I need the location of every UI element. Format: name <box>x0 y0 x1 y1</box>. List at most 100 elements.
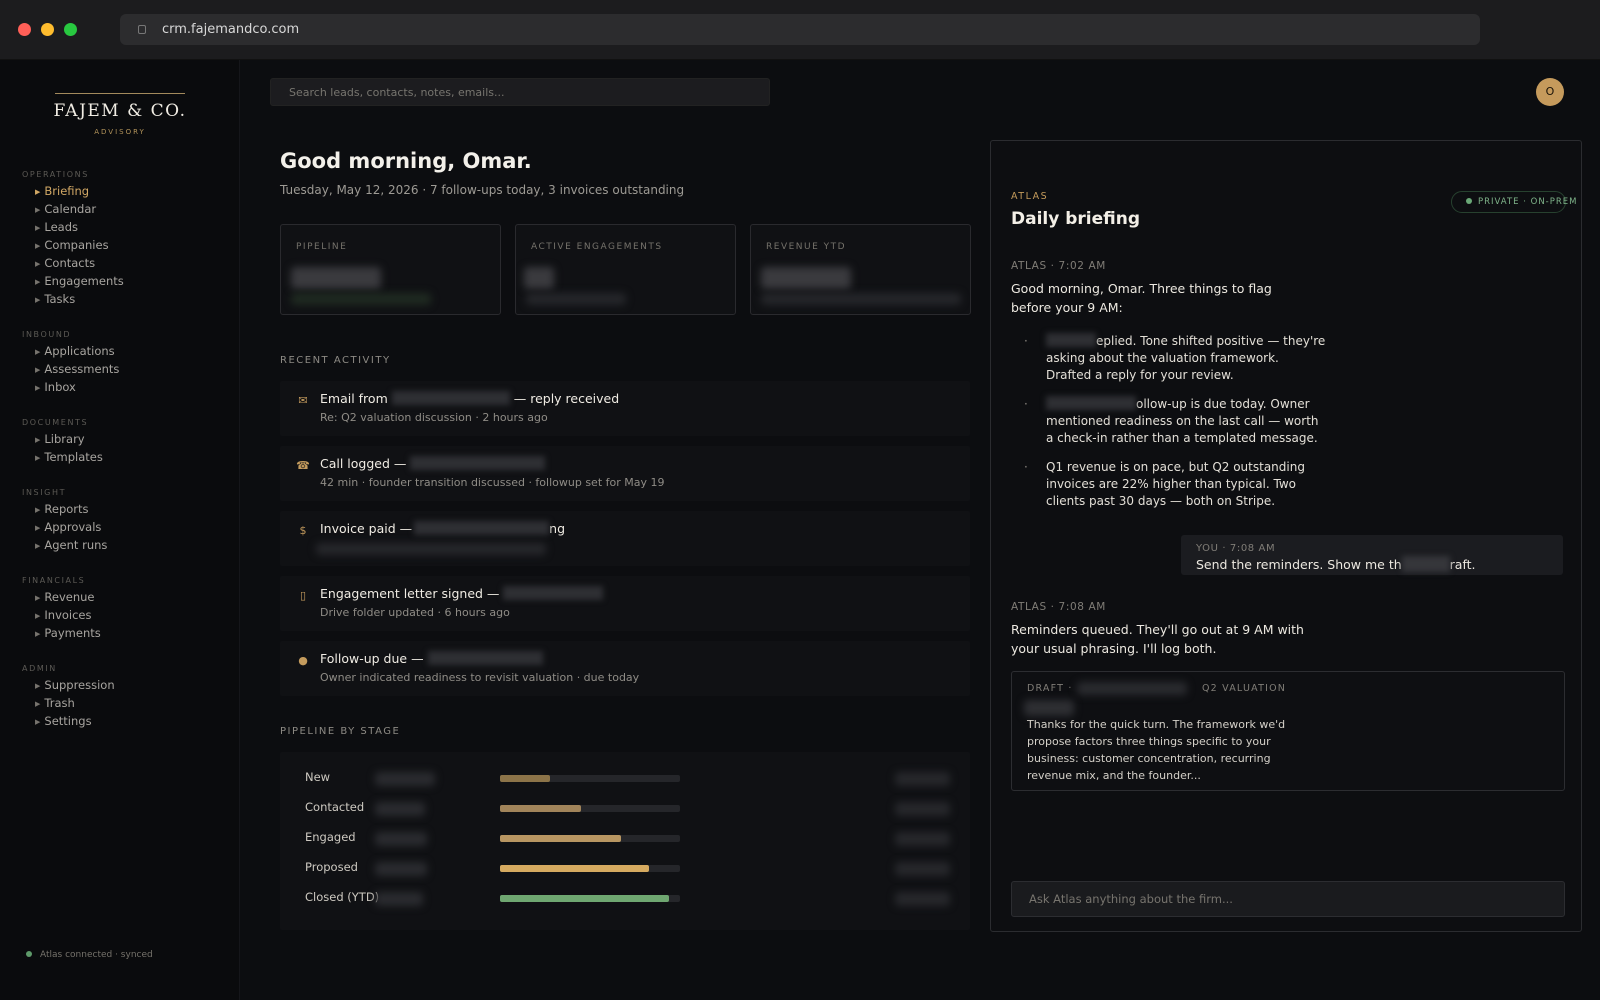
sidebar-item-reports[interactable]: ▶ Reports <box>35 502 89 516</box>
pipeline-bar-track <box>500 835 680 842</box>
briefing-bullet: · ollow-up is due today. Owner mentioned … <box>1024 396 1319 445</box>
status-dot-icon <box>1466 198 1472 204</box>
redacted-recipient <box>1077 682 1187 695</box>
kpi-label: ACTIVE ENGAGEMENTS <box>531 242 663 252</box>
document-icon: ▯ <box>299 589 307 602</box>
circle-icon: ● <box>298 654 308 667</box>
draft-preview[interactable]: DRAFT · Q2 VALUATION Thanks for the quic… <box>1011 671 1565 791</box>
redacted-name <box>1401 556 1450 572</box>
briefing-bullet: · eplied. Tone shifted positive — they're… <box>1024 333 1326 382</box>
sidebar-item-agent-runs[interactable]: ▶ Agent runs <box>35 538 107 552</box>
pipeline-stage-label: New <box>305 770 331 784</box>
atlas-message: Reminders queued. They'll go out at 9 AM… <box>1011 622 1304 656</box>
activity-subtitle: Re: Q2 valuation discussion · 2 hours ag… <box>320 411 548 424</box>
brand-logo[interactable]: FAJEM & CO. <box>0 101 240 121</box>
close-window-button[interactable] <box>18 23 31 36</box>
sidebar-item-templates[interactable]: ▶ Templates <box>35 450 103 464</box>
activity-subtitle: 42 min · founder transition discussed · … <box>320 476 665 489</box>
sidebar-item-companies[interactable]: ▶ Companies <box>35 238 109 252</box>
atlas-message: Good morning, Omar. Three things to flag… <box>1011 281 1272 315</box>
sidebar-item-suppression[interactable]: ▶ Suppression <box>35 678 115 692</box>
caret-icon: ▶ <box>35 242 41 250</box>
sidebar-item-trash[interactable]: ▶ Trash <box>35 696 75 710</box>
nav-section-title: INBOUND <box>22 330 72 339</box>
activity-item[interactable]: ☎ Call logged — 42 min · founder transit… <box>280 446 970 501</box>
pipeline-bar-fill <box>500 805 581 812</box>
activity-title: Follow-up due — <box>320 651 543 666</box>
activity-item[interactable]: ▯ Engagement letter signed — Drive folde… <box>280 576 970 631</box>
message-meta: YOU · 7:08 AM <box>1196 543 1276 554</box>
caret-icon: ▶ <box>35 366 41 374</box>
sidebar-item-inbox[interactable]: ▶ Inbox <box>35 380 76 394</box>
redacted-name <box>410 456 546 470</box>
status-dot-icon <box>26 951 32 957</box>
sidebar-item-leads[interactable]: ▶ Leads <box>35 220 78 234</box>
browser-chrome: crm.fajemandco.com <box>0 0 1600 60</box>
pipeline-bar-track <box>500 895 680 902</box>
sidebar-item-revenue[interactable]: ▶ Revenue <box>35 590 94 604</box>
caret-icon: ▶ <box>35 296 41 304</box>
sidebar-item-briefing[interactable]: ▶ Briefing <box>35 184 89 198</box>
redacted-name <box>391 391 510 405</box>
caret-icon: ▶ <box>35 278 41 286</box>
redacted-salutation <box>1024 700 1074 716</box>
sidebar-item-calendar[interactable]: ▶ Calendar <box>35 202 96 216</box>
maximize-window-button[interactable] <box>64 23 77 36</box>
sidebar-item-invoices[interactable]: ▶ Invoices <box>35 608 92 622</box>
sidebar-item-payments[interactable]: ▶ Payments <box>35 626 101 640</box>
ask-atlas-input[interactable]: Ask Atlas anything about the firm... <box>1011 881 1565 917</box>
sidebar-item-assessments[interactable]: ▶ Assessments <box>35 362 119 376</box>
pipeline-heading: PIPELINE BY STAGE <box>280 726 401 737</box>
redacted-value <box>895 862 950 876</box>
activity-item[interactable]: $ Invoice paid — ng <box>280 511 970 566</box>
avatar[interactable]: O <box>1536 78 1564 106</box>
pipeline-bar-fill <box>500 895 670 902</box>
activity-item[interactable]: ● Follow-up due — Owner indicated readin… <box>280 641 970 696</box>
pipeline-bar-track <box>500 775 680 782</box>
address-bar[interactable]: crm.fajemandco.com <box>120 14 1480 45</box>
activity-title: Invoice paid — ng <box>320 521 565 536</box>
sidebar-item-engagements[interactable]: ▶ Engagements <box>35 274 124 288</box>
user-message-text: Send the reminders. Show me th raft. <box>1196 556 1476 572</box>
draft-subject: Q2 VALUATION <box>1202 683 1287 694</box>
search-input[interactable]: Search leads, contacts, notes, emails... <box>270 78 770 106</box>
sidebar-item-tasks[interactable]: ▶ Tasks <box>35 292 75 306</box>
page-title: Good morning, Omar. <box>280 149 532 173</box>
redacted-value <box>895 802 950 816</box>
redacted-count <box>375 892 423 906</box>
sidebar: FAJEM & CO. ADVISORY OPERATIONS ▶ Briefin… <box>0 60 240 1000</box>
redacted-value <box>895 832 950 846</box>
redacted-count <box>375 802 425 816</box>
activity-title: Call logged — <box>320 456 546 471</box>
sidebar-item-approvals[interactable]: ▶ Approvals <box>35 520 101 534</box>
atlas-panel: ATLAS Daily briefing PRIVATE · ON-PREM A… <box>990 140 1582 932</box>
redacted-name <box>1046 333 1096 347</box>
lock-icon <box>138 25 146 34</box>
activity-item[interactable]: ✉ Email from — reply received Re: Q2 valu… <box>280 381 970 436</box>
url-text: crm.fajemandco.com <box>162 22 300 37</box>
minimize-window-button[interactable] <box>41 23 54 36</box>
pipeline-bar-fill <box>500 865 650 872</box>
connection-status: Atlas connected · synced <box>26 950 153 960</box>
kpi-card-pipeline[interactable]: PIPELINE <box>280 224 501 315</box>
caret-icon: ▶ <box>35 506 41 514</box>
caret-icon: ▶ <box>35 348 41 356</box>
kpi-card-active-engagements[interactable]: ACTIVE ENGAGEMENTS <box>515 224 736 315</box>
caret-icon: ▶ <box>35 612 41 620</box>
kpi-label: REVENUE YTD <box>766 242 847 252</box>
brand-tagline: ADVISORY <box>94 128 146 136</box>
sidebar-item-contacts[interactable]: ▶ Contacts <box>35 256 95 270</box>
activity-subtitle: Drive folder updated · 6 hours ago <box>320 606 510 619</box>
kpi-label: PIPELINE <box>296 242 348 252</box>
draft-label: DRAFT · <box>1027 683 1073 694</box>
redacted-name <box>414 521 550 535</box>
sidebar-item-settings[interactable]: ▶ Settings <box>35 714 92 728</box>
redacted-count <box>375 772 435 786</box>
activity-title: Engagement letter signed — <box>320 586 604 601</box>
redacted-delta <box>526 293 626 305</box>
briefing-bullet: · Q1 revenue is on pace, but Q2 outstandi… <box>1024 460 1305 508</box>
sidebar-item-applications[interactable]: ▶ Applications <box>35 344 115 358</box>
nav-section-title: OPERATIONS <box>22 170 89 179</box>
kpi-card-revenue-ytd[interactable]: REVENUE YTD <box>750 224 971 315</box>
sidebar-item-library[interactable]: ▶ Library <box>35 432 85 446</box>
